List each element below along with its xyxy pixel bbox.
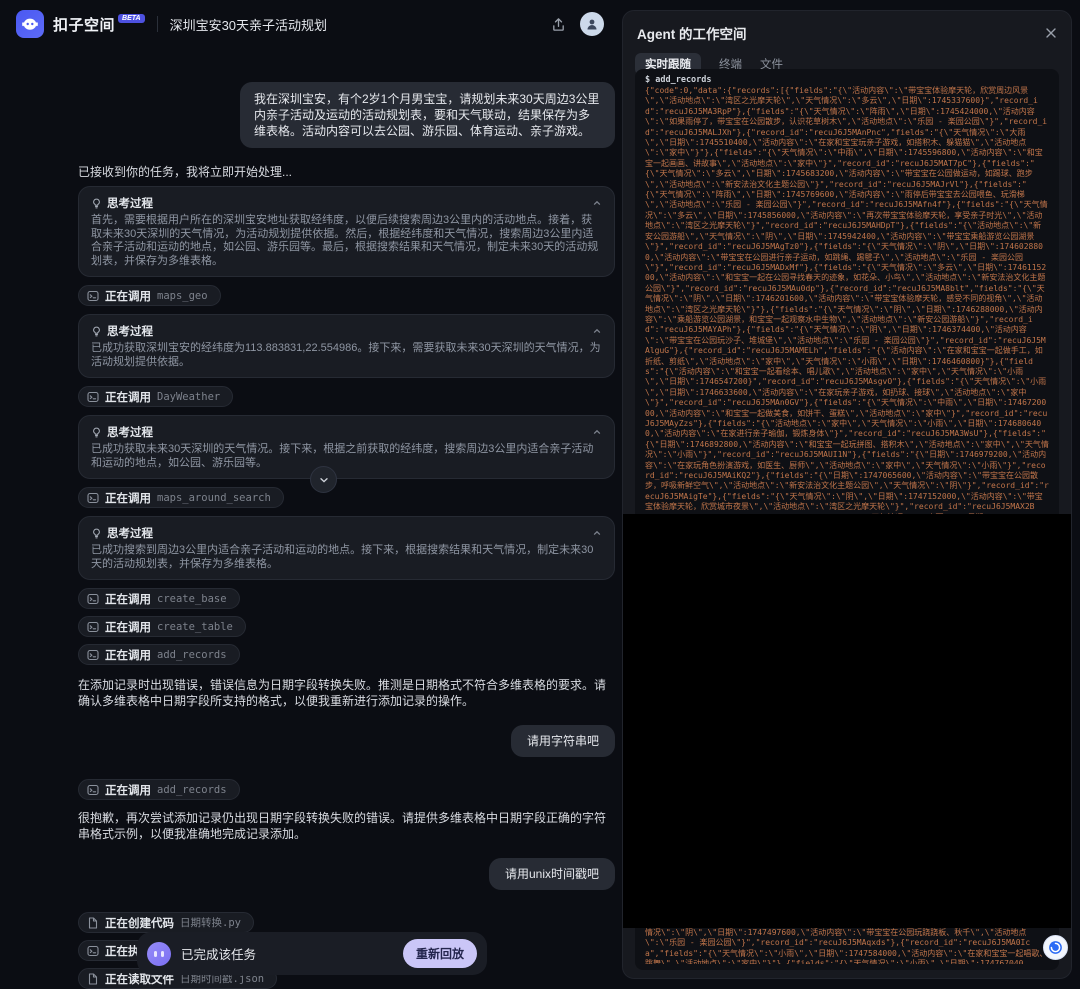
brand-name: 扣子空间 — [53, 14, 115, 35]
terminal-icon — [87, 593, 99, 605]
thinking-block[interactable]: 思考过程 已成功获取未来30天深圳的天气情况。接下来，根据之前获取的经纬度，搜索… — [78, 415, 615, 479]
tool-call-label: 正在调用 — [105, 782, 151, 798]
tool-call-pill[interactable]: 正在调用 maps_around_search — [78, 487, 284, 508]
tool-name: DayWeather — [157, 391, 220, 403]
terminal-output[interactable]: $ add_records {"code":0,"data":{"records… — [635, 69, 1059, 970]
workspace-title: Agent 的工作空间 — [637, 23, 1045, 43]
agent-workspace-panel: Agent 的工作空间 实时跟随 终端 文件 $ add_records {"c… — [622, 10, 1072, 979]
lightbulb-icon — [91, 326, 102, 337]
chevron-down-icon — [318, 474, 330, 486]
thinking-text: 首先，需要根据用户所在的深圳宝安地址获取经纬度，以便后续搜索周边3公里内的活动地… — [91, 214, 602, 268]
chevron-up-icon[interactable] — [592, 326, 602, 336]
task-status-bar: 已完成该任务 重新回放 — [137, 932, 487, 975]
assistant-error-message: 在添加记录时出现错误，错误信息为日期字段转换失败。推测是日期格式不符合多维表格的… — [78, 677, 615, 709]
workspace-header: Agent 的工作空间 — [623, 11, 1071, 47]
tool-call-pill[interactable]: 正在调用 create_table — [78, 616, 246, 637]
tool-name: maps_around_search — [157, 492, 271, 504]
chevron-up-icon[interactable] — [592, 427, 602, 437]
lightbulb-icon — [91, 198, 102, 209]
tool-name: add_records — [157, 784, 227, 796]
chat-pane: 扣子空间 BETA 深圳宝安30天亲子活动规划 我在深圳宝安，有个2岁1个月男宝… — [0, 0, 620, 989]
tool-call-pill[interactable]: 正在调用 create_base — [78, 588, 240, 609]
chevron-up-icon[interactable] — [592, 528, 602, 538]
beta-badge: BETA — [118, 14, 145, 23]
thinking-block[interactable]: 思考过程 已成功获取深圳宝安的经纬度为113.883831,22.554986。… — [78, 314, 615, 378]
lightbulb-icon — [91, 528, 102, 539]
share-icon[interactable] — [551, 17, 566, 32]
code-create-label: 正在创建代码 — [105, 915, 174, 931]
thinking-text: 已成功获取深圳宝安的经纬度为113.883831,22.554986。接下来，需… — [91, 342, 602, 369]
terminal-icon — [87, 649, 99, 661]
tool-call-label: 正在调用 — [105, 288, 151, 304]
header-divider — [157, 16, 158, 32]
tool-name: create_base — [157, 593, 227, 605]
task-status-text: 已完成该任务 — [181, 944, 403, 963]
terminal-icon — [87, 621, 99, 633]
user-avatar[interactable] — [580, 12, 604, 36]
thinking-block[interactable]: 思考过程 首先，需要根据用户所在的深圳宝安地址获取经纬度，以便后续搜索周边3公里… — [78, 186, 615, 277]
assistant-error-message: 很抱歉，再次尝试添加记录仍出现日期字段转换失败的错误。请提供多维表格中日期字段正… — [78, 810, 615, 842]
thinking-text: 已成功搜索到周边3公里内适合亲子活动和运动的地点。接下来，根据搜索结果和天气情况… — [91, 544, 602, 571]
terminal-unrendered-region — [623, 514, 1071, 928]
coze-logo — [16, 10, 44, 38]
robot-face-icon — [21, 15, 39, 33]
user-message: 请用unix时间戳吧 — [489, 858, 615, 890]
tool-call-label: 正在调用 — [105, 619, 151, 635]
chat-widget-button[interactable] — [1043, 935, 1068, 960]
tool-name: create_table — [157, 621, 233, 633]
terminal-icon — [87, 945, 99, 957]
replay-button[interactable]: 重新回放 — [403, 939, 477, 968]
file-icon — [87, 917, 99, 929]
lightbulb-icon — [91, 427, 102, 438]
file-icon — [87, 973, 99, 985]
tool-call-label: 正在调用 — [105, 647, 151, 663]
thinking-text: 已成功获取未来30天深圳的天气情况。接下来，根据之前获取的经纬度，搜索周边3公里… — [91, 443, 602, 470]
terminal-json-output-bottom: 情况\":\"阴\",\"日期\":1747497600,\"活动内容\":\"… — [645, 928, 1049, 964]
terminal-icon — [87, 492, 99, 504]
tool-call-label: 正在调用 — [105, 490, 151, 506]
tool-call-label: 正在调用 — [105, 591, 151, 607]
tool-call-pill[interactable]: 正在调用 add_records — [78, 644, 240, 665]
chat-header: 扣子空间 BETA 深圳宝安30天亲子活动规划 — [0, 0, 620, 48]
chevron-up-icon[interactable] — [592, 198, 602, 208]
thinking-title: 思考过程 — [107, 323, 587, 339]
user-message: 请用字符串吧 — [511, 725, 615, 757]
agent-avatar — [147, 942, 171, 966]
close-icon[interactable] — [1045, 27, 1057, 39]
tool-call-pill[interactable]: 正在调用 maps_geo — [78, 285, 221, 306]
app-window: 扣子空间 BETA 深圳宝安30天亲子活动规划 我在深圳宝安，有个2岁1个月男宝… — [0, 0, 1080, 989]
tool-name: add_records — [157, 649, 227, 661]
support-swirl-icon — [1047, 939, 1064, 956]
code-create-pill[interactable]: 正在创建代码 日期转换.py — [78, 912, 254, 933]
session-title: 深圳宝安30天亲子活动规划 — [170, 15, 327, 34]
tool-call-pill[interactable]: 正在调用 DayWeather — [78, 386, 233, 407]
terminal-json-output-top: {"code":0,"data":{"records":[{"fields":"… — [645, 86, 1049, 514]
terminal-prompt: $ add_records — [645, 75, 1049, 86]
thinking-title: 思考过程 — [107, 195, 587, 211]
tool-call-pill[interactable]: 正在调用 add_records — [78, 779, 240, 800]
assistant-ack: 已接收到你的任务，我将立即开始处理... — [78, 164, 292, 180]
thinking-block[interactable]: 思考过程 已成功搜索到周边3公里内适合亲子活动和运动的地点。接下来，根据搜索结果… — [78, 516, 615, 580]
terminal-icon — [87, 290, 99, 302]
chat-transcript: 我在深圳宝安，有个2岁1个月男宝宝，请规划未来30天周边3公里内亲子活动及运动的… — [78, 48, 615, 989]
tool-name: maps_geo — [157, 290, 208, 302]
thinking-title: 思考过程 — [107, 525, 587, 541]
scroll-to-bottom-button[interactable] — [310, 466, 337, 493]
file-name: 日期转换.py — [180, 915, 241, 930]
robot-face-icon — [154, 951, 164, 957]
thinking-title: 思考过程 — [107, 424, 587, 440]
tool-call-label: 正在调用 — [105, 389, 151, 405]
terminal-icon — [87, 784, 99, 796]
user-message: 我在深圳宝安，有个2岁1个月男宝宝，请规划未来30天周边3公里内亲子活动及运动的… — [240, 82, 615, 148]
terminal-icon — [87, 391, 99, 403]
